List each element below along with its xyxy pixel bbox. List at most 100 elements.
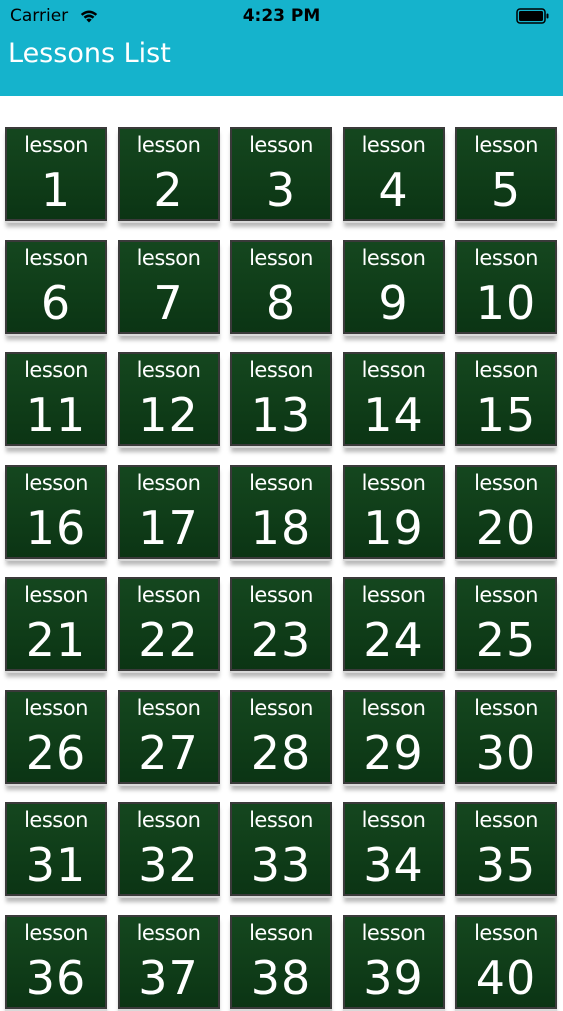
lesson-tile-word: lesson: [474, 358, 538, 382]
lesson-tile-number: 22: [138, 613, 199, 667]
lesson-tile[interactable]: lesson 32: [117, 802, 220, 898]
lesson-tile-number: 32: [138, 838, 199, 892]
lesson-tile[interactable]: lesson 28: [230, 689, 332, 786]
lesson-tile-word: lesson: [474, 470, 538, 495]
lesson-tile[interactable]: lesson 14: [342, 352, 445, 448]
navigation-header: Carrier 4:23 PM Lessons List: [0, 0, 563, 96]
lesson-tile[interactable]: lesson 8: [230, 239, 332, 336]
lesson-tile[interactable]: lesson 18: [230, 464, 332, 561]
lesson-tile-number: 13: [250, 388, 312, 442]
lesson-tile[interactable]: lesson 30: [455, 689, 557, 786]
status-bar: Carrier 4:23 PM: [0, 0, 563, 32]
lesson-tile-number: 3: [265, 163, 297, 217]
lesson-tile[interactable]: lesson 12: [117, 352, 220, 448]
lesson-tile-word: lesson: [474, 245, 538, 270]
lesson-tile[interactable]: lesson 21: [5, 577, 107, 673]
lesson-tile[interactable]: lesson 20: [455, 464, 557, 561]
lesson-tile[interactable]: lesson 31: [5, 802, 107, 898]
lesson-tile-word: lesson: [136, 358, 201, 382]
lesson-tile-number: 9: [378, 275, 409, 330]
lesson-tile[interactable]: lesson 33: [230, 802, 332, 898]
lesson-tile-number: 29: [363, 725, 424, 780]
lesson-tile-word: lesson: [24, 695, 88, 720]
lesson-tile[interactable]: lesson 35: [455, 802, 557, 898]
lesson-tile[interactable]: lesson 22: [117, 577, 220, 673]
lesson-tile-word: lesson: [249, 808, 313, 832]
lesson-tile-word: lesson: [249, 133, 313, 157]
lesson-tile[interactable]: lesson 29: [342, 689, 445, 786]
lesson-tile-word: lesson: [474, 920, 538, 945]
lesson-tile[interactable]: lesson 19: [342, 464, 445, 561]
lesson-tile-number: 24: [363, 613, 424, 667]
lesson-tile-word: lesson: [361, 920, 426, 945]
lesson-tile-word: lesson: [249, 245, 313, 270]
lesson-tile-word: lesson: [136, 133, 201, 157]
lesson-tile-number: 14: [363, 388, 424, 442]
lesson-tile-number: 19: [363, 500, 424, 555]
lesson-tile[interactable]: lesson 1: [5, 127, 107, 223]
lesson-tile-number: 23: [250, 613, 312, 667]
lesson-tile[interactable]: lesson 36: [5, 914, 107, 1011]
lesson-tile[interactable]: lesson 3: [230, 127, 332, 223]
lesson-tile-number: 8: [265, 275, 297, 330]
lesson-tile-number: 25: [475, 613, 537, 667]
lesson-tile-number: 30: [475, 725, 537, 780]
lesson-tile[interactable]: lesson 6: [5, 239, 107, 336]
lesson-tile[interactable]: lesson 16: [5, 464, 107, 561]
lesson-tile-word: lesson: [361, 470, 426, 495]
lesson-tile-word: lesson: [474, 133, 538, 157]
lesson-tile[interactable]: lesson 26: [5, 689, 107, 786]
lesson-tile[interactable]: lesson 2: [117, 127, 220, 223]
lesson-tile[interactable]: lesson 5: [455, 127, 557, 223]
lesson-tile[interactable]: lesson 4: [342, 127, 445, 223]
lesson-tile[interactable]: lesson 17: [117, 464, 220, 561]
lesson-tile-number: 27: [138, 725, 199, 780]
lesson-tile-word: lesson: [249, 920, 313, 945]
lesson-tile[interactable]: lesson 11: [5, 352, 107, 448]
lesson-tile-number: 7: [153, 275, 184, 330]
lesson-tile[interactable]: lesson 23: [230, 577, 332, 673]
lesson-tile-number: 5: [490, 163, 522, 217]
lesson-tile-word: lesson: [249, 583, 313, 607]
lesson-tile[interactable]: lesson 7: [117, 239, 220, 336]
lesson-tile[interactable]: lesson 9: [342, 239, 445, 336]
lesson-tile[interactable]: lesson 34: [342, 802, 445, 898]
lesson-tile-word: lesson: [136, 583, 201, 607]
lesson-tile[interactable]: lesson 13: [230, 352, 332, 448]
lesson-tile[interactable]: lesson 24: [342, 577, 445, 673]
lesson-tile-word: lesson: [361, 808, 426, 832]
lesson-tile-word: lesson: [24, 358, 88, 382]
lesson-tile-number: 6: [40, 275, 72, 330]
lesson-tile[interactable]: lesson 38: [230, 914, 332, 1011]
lesson-tile-word: lesson: [24, 920, 88, 945]
lesson-tile-number: 33: [250, 838, 312, 892]
lesson-tile-number: 18: [250, 500, 312, 555]
lesson-tile-word: lesson: [249, 695, 313, 720]
lesson-tile-number: 21: [25, 613, 87, 667]
lesson-tile-word: lesson: [361, 133, 426, 157]
lesson-tile-word: lesson: [361, 358, 426, 382]
lesson-tile-word: lesson: [249, 470, 313, 495]
lesson-tile[interactable]: lesson 27: [117, 689, 220, 786]
lesson-tile-word: lesson: [474, 583, 538, 607]
lesson-tile-number: 37: [138, 950, 199, 1005]
lesson-tile-number: 40: [475, 950, 537, 1005]
lesson-tile-number: 36: [25, 950, 87, 1005]
lesson-tile-word: lesson: [136, 245, 201, 270]
lesson-tile[interactable]: lesson 37: [117, 914, 220, 1011]
lesson-tile-word: lesson: [24, 245, 88, 270]
lesson-tile-number: 31: [25, 838, 87, 892]
lesson-tile-number: 1: [40, 163, 72, 217]
lesson-tile-word: lesson: [136, 695, 201, 720]
lesson-tile-word: lesson: [474, 808, 538, 832]
lesson-tile-number: 12: [138, 388, 199, 442]
lesson-tile[interactable]: lesson 10: [455, 239, 557, 336]
lesson-tile[interactable]: lesson 39: [342, 914, 445, 1011]
status-time: 4:23 PM: [242, 6, 321, 26]
lesson-tile[interactable]: lesson 25: [455, 577, 557, 673]
lesson-tile-word: lesson: [249, 358, 313, 382]
lesson-tile-number: 10: [475, 275, 537, 330]
lesson-tile[interactable]: lesson 40: [455, 914, 557, 1011]
page-title: Lessons List: [8, 38, 171, 69]
lesson-tile[interactable]: lesson 15: [455, 352, 557, 448]
